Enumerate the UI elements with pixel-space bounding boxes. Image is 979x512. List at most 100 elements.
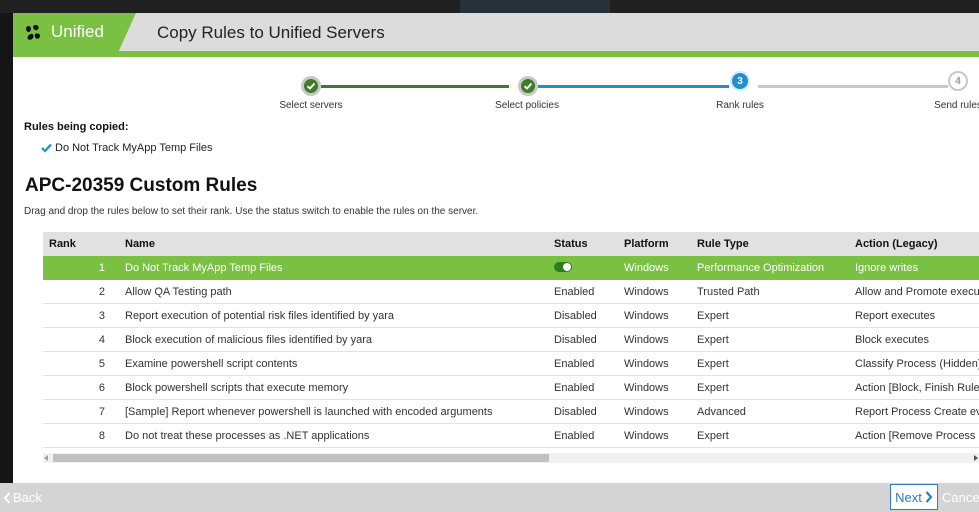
cell-rule-type: Expert bbox=[697, 358, 729, 370]
checkmark-icon bbox=[523, 82, 533, 90]
cell-status: Enabled bbox=[554, 382, 595, 394]
step-connector-2 bbox=[538, 85, 729, 88]
cell-platform: Windows bbox=[624, 334, 669, 346]
step-4-label: Send rules bbox=[934, 100, 979, 111]
cell-action: Report executes bbox=[855, 310, 936, 322]
cell-name: Report execution of potential risk files… bbox=[125, 310, 395, 322]
dialog-footer: Back Next Cancel bbox=[0, 483, 979, 512]
rules-copied-label: Rules being copied: bbox=[24, 121, 129, 133]
table-row[interactable]: 5 Examine powershell script contents Enabl… bbox=[43, 352, 979, 376]
status-toggle[interactable] bbox=[554, 262, 572, 273]
cell-status: Enabled bbox=[554, 358, 595, 370]
cell-rank: 7 bbox=[98, 406, 105, 418]
cell-rank: 4 bbox=[98, 334, 105, 346]
copied-rule-name: Do Not Track MyApp Temp Files bbox=[55, 142, 213, 154]
chevron-right-icon bbox=[925, 491, 933, 503]
step-3-label: Rank rules bbox=[716, 100, 764, 111]
table-row[interactable]: 1 Do Not Track MyApp Temp Files Windows Per… bbox=[43, 256, 979, 280]
column-header-rule-type[interactable]: Rule Type bbox=[697, 232, 749, 256]
column-header-platform[interactable]: Platform bbox=[624, 232, 669, 256]
column-header-name[interactable]: Name bbox=[125, 232, 155, 256]
title-bar: Unified Copy Rules to Unified Servers bbox=[13, 13, 979, 51]
cell-rule-type: Performance Optimization bbox=[697, 262, 825, 274]
brand-name: Unified bbox=[51, 22, 104, 41]
cell-action: Action [Block, Finish Rule] bbox=[855, 382, 979, 394]
cell-platform: Windows bbox=[624, 430, 669, 442]
next-button[interactable]: Next bbox=[890, 484, 938, 510]
cell-rule-type: Expert bbox=[697, 382, 729, 394]
cell-status: Disabled bbox=[554, 310, 597, 322]
unified-logo-icon bbox=[26, 24, 41, 40]
cell-platform: Windows bbox=[624, 406, 669, 418]
brand-tab: Unified bbox=[13, 13, 136, 51]
cell-rank: 6 bbox=[98, 382, 105, 394]
cell-name: Do Not Track MyApp Temp Files bbox=[125, 262, 283, 274]
cancel-button[interactable]: Cancel bbox=[942, 483, 979, 512]
step-2-indicator bbox=[518, 76, 538, 96]
scroll-right-arrow[interactable] bbox=[974, 455, 978, 461]
step-1-label: Select servers bbox=[279, 100, 343, 111]
dialog-title: Copy Rules to Unified Servers bbox=[157, 23, 385, 42]
cell-platform: Windows bbox=[624, 310, 669, 322]
checkmark-icon bbox=[306, 82, 316, 90]
cell-rule-type: Expert bbox=[697, 310, 729, 322]
table-row[interactable]: 3 Report execution of potential risk file… bbox=[43, 304, 979, 328]
cell-rule-type: Expert bbox=[697, 430, 729, 442]
table-row[interactable]: 7 [Sample] Report whenever powershell is … bbox=[43, 400, 979, 424]
step-1-indicator bbox=[301, 76, 321, 96]
cell-platform: Windows bbox=[624, 382, 669, 394]
cell-action: Report Process Create events bbox=[855, 406, 979, 418]
cell-status: Disabled bbox=[554, 334, 597, 346]
cell-name: Examine powershell script contents bbox=[125, 358, 298, 370]
section-instructions: Drag and drop the rules below to set the… bbox=[24, 206, 479, 217]
cell-name: [Sample] Report whenever powershell is l… bbox=[125, 406, 493, 418]
cell-name: Do not treat these processes as .NET app… bbox=[125, 430, 370, 442]
back-button-label: Back bbox=[13, 490, 42, 505]
cell-rank: 3 bbox=[98, 310, 105, 322]
cell-status: Enabled bbox=[554, 286, 595, 298]
cell-rank: 2 bbox=[98, 286, 105, 298]
cell-rule-type: Advanced bbox=[697, 406, 746, 418]
cell-rank: 1 bbox=[98, 262, 105, 274]
top-strip-glow bbox=[460, 0, 610, 13]
cell-action: Classify Process (Hidden) bbox=[855, 358, 979, 370]
cell-rank: 5 bbox=[98, 358, 105, 370]
checkmark-icon bbox=[41, 143, 52, 153]
chevron-left-icon bbox=[3, 491, 11, 504]
section-title: APC-20359 Custom Rules bbox=[25, 175, 258, 196]
title-accent-bar bbox=[13, 51, 979, 57]
step-connector-1 bbox=[321, 85, 509, 88]
copy-rules-dialog: Unified Copy Rules to Unified Servers 3 … bbox=[13, 13, 979, 512]
cell-platform: Windows bbox=[624, 358, 669, 370]
cell-platform: Windows bbox=[624, 286, 669, 298]
back-button[interactable]: Back bbox=[3, 483, 42, 512]
table-row[interactable]: 6 Block powershell scripts that execute m… bbox=[43, 376, 979, 400]
table-header: Rank Name Status Platform Rule Type Acti… bbox=[43, 232, 979, 256]
scroll-left-arrow[interactable] bbox=[44, 455, 48, 461]
scrollbar-thumb[interactable] bbox=[53, 454, 549, 462]
table-row[interactable]: 8 Do not treat these processes as .NET ap… bbox=[43, 424, 979, 448]
rules-table: Rank Name Status Platform Rule Type Acti… bbox=[43, 232, 979, 453]
cell-action: Ignore writes bbox=[855, 262, 918, 274]
cell-rule-type: Trusted Path bbox=[697, 286, 760, 298]
column-header-status[interactable]: Status bbox=[554, 232, 588, 256]
cell-action: Allow and Promote executions bbox=[855, 286, 979, 298]
top-strip bbox=[0, 0, 979, 13]
copied-rule-item: Do Not Track MyApp Temp Files bbox=[41, 142, 213, 154]
step-3-indicator: 3 bbox=[730, 71, 750, 91]
cell-rule-type: Expert bbox=[697, 334, 729, 346]
step-2-label: Select policies bbox=[495, 100, 559, 111]
table-row[interactable]: 4 Block execution of malicious files iden… bbox=[43, 328, 979, 352]
column-header-rank[interactable]: Rank bbox=[49, 232, 76, 256]
cell-status: Disabled bbox=[554, 406, 597, 418]
cell-action: Block executes bbox=[855, 334, 929, 346]
cell-name: Allow QA Testing path bbox=[125, 286, 232, 298]
table-row[interactable]: 2 Allow QA Testing path Enabled Windows Trus… bbox=[43, 280, 979, 304]
cell-platform: Windows bbox=[624, 262, 669, 274]
step-4-indicator: 4 bbox=[948, 71, 968, 91]
cell-rank: 8 bbox=[98, 430, 105, 442]
column-header-action[interactable]: Action (Legacy) bbox=[855, 232, 938, 256]
table-horizontal-scrollbar[interactable] bbox=[43, 453, 979, 463]
left-edge bbox=[0, 13, 13, 512]
step-connector-3 bbox=[758, 85, 948, 88]
